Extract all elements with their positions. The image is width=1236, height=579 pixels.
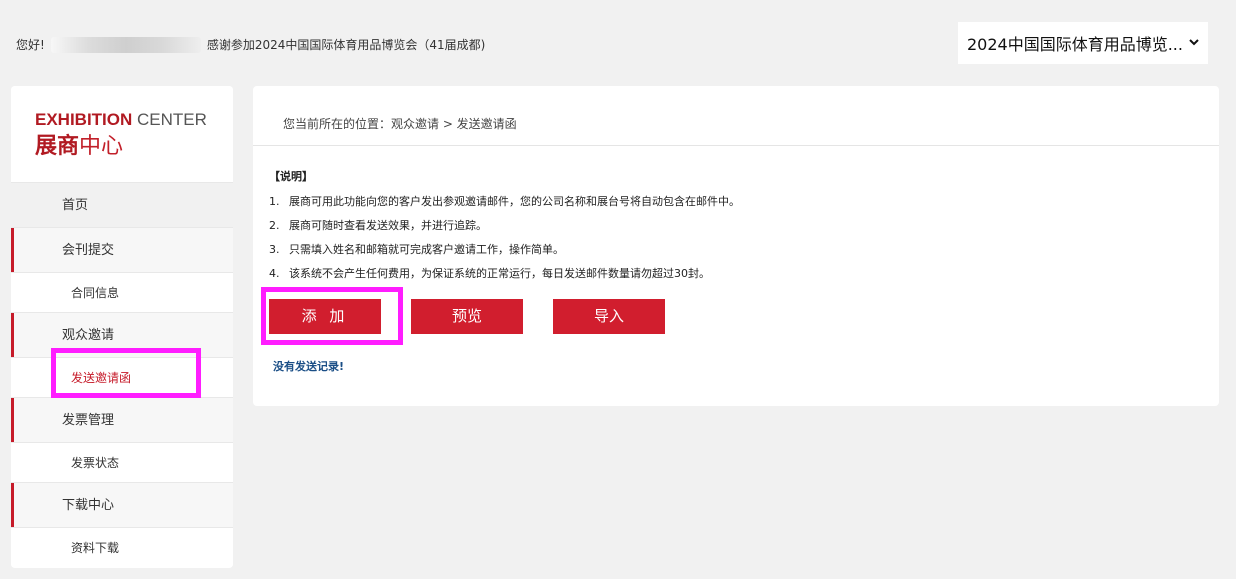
top-bar: 您好! 感谢参加2024中国国际体育用品博览会（41届成都) 2024中国国际体… (0, 0, 1236, 86)
brand-chinese: 展商中心 (35, 132, 233, 162)
instruction-text: 展商可用此功能向您的客户发出参观邀请邮件，您的公司名称和展台号将自动包含在邮件中… (289, 195, 740, 208)
chevron-down-icon (1188, 36, 1200, 51)
preview-button[interactable]: 预览 (411, 299, 523, 334)
brand-en-light: CENTER (132, 110, 207, 129)
brand-cn-bold: 展商 (35, 134, 80, 159)
sidebar-subitem-invoice-status[interactable]: 发票状态 (11, 442, 233, 482)
brand-english: EXHIBITION CENTER (35, 110, 233, 130)
brand-logo: EXHIBITION CENTER 展商中心 (11, 86, 233, 182)
main-panel: 您当前所在的位置：观众邀请 > 发送邀请函 【说明】 1. 展商可用此功能向您的客… (253, 86, 1219, 406)
brand-cn-light: 中心 (79, 134, 124, 159)
instruction-line: 4. 该系统不会产生任何费用，为保证系统的正常运行，每日发送邮件数量请勿超过30封… (269, 262, 740, 286)
exhibition-select[interactable]: 2024中国国际体育用品博览... (958, 22, 1208, 64)
instruction-text: 只需填入姓名和邮箱就可完成客户邀请工作，操作简单。 (289, 243, 564, 256)
blurred-username (50, 36, 201, 53)
instruction-line: 1. 展商可用此功能向您的客户发出参观邀请邮件，您的公司名称和展台号将自动包含在邮… (269, 190, 740, 214)
sidebar-subitem-file-download[interactable]: 资料下载 (11, 527, 233, 567)
sidebar-item-home[interactable]: 首页 (11, 182, 233, 227)
instruction-line: 3. 只需填入姓名和邮箱就可完成客户邀请工作，操作简单。 (269, 238, 740, 262)
instruction-number: 3. (269, 243, 280, 256)
instructions-title: 【说明】 (269, 170, 313, 183)
exhibition-select-value: 2024中国国际体育用品博览... (967, 35, 1183, 54)
instruction-line: 2. 展商可随时查看发送效果，并进行追踪。 (269, 214, 740, 238)
exhibition-thanks-text: 感谢参加2024中国国际体育用品博览会（41届成都) (206, 38, 486, 52)
greeting-label: 您好! (16, 38, 45, 52)
instructions: 【说明】 1. 展商可用此功能向您的客户发出参观邀请邮件，您的公司名称和展台号将自… (269, 168, 740, 286)
instruction-text: 该系统不会产生任何费用，为保证系统的正常运行，每日发送邮件数量请勿超过30封。 (289, 267, 710, 280)
instruction-number: 2. (269, 219, 280, 232)
no-record-message: 没有发送记录! (273, 360, 345, 373)
breadcrumb: 您当前所在的位置：观众邀请 > 发送邀请函 (253, 86, 1219, 146)
brand-en-bold: EXHIBITION (35, 110, 133, 129)
instruction-text: 展商可随时查看发送效果，并进行追踪。 (289, 219, 487, 232)
sidebar-item-invoice-management[interactable]: 发票管理 (11, 397, 233, 442)
sidebar-subitem-send-invitation[interactable]: 发送邀请函 (11, 357, 233, 397)
sidebar-item-catalog-submit[interactable]: 会刊提交 (11, 227, 233, 272)
import-button[interactable]: 导入 (553, 299, 665, 334)
add-button[interactable]: 添 加 (269, 299, 381, 334)
sidebar-item-download-center[interactable]: 下载中心 (11, 482, 233, 527)
instruction-number: 1. (269, 195, 280, 208)
greeting: 您好! 感谢参加2024中国国际体育用品博览会（41届成都) (16, 36, 485, 53)
sidebar-subitem-contract-info[interactable]: 合同信息 (11, 272, 233, 312)
instruction-number: 4. (269, 267, 280, 280)
sidebar: EXHIBITION CENTER 展商中心 首页 会刊提交 合同信息 观众邀请… (11, 86, 233, 568)
sidebar-item-visitor-invite[interactable]: 观众邀请 (11, 312, 233, 357)
